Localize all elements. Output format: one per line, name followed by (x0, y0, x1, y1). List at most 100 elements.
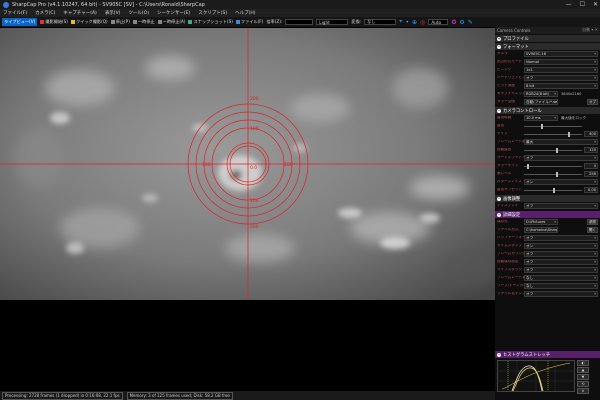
slider-knob[interactable] (526, 163, 529, 169)
camera-slider[interactable] (524, 131, 582, 137)
camera-slider[interactable] (524, 187, 582, 193)
snapshot-button[interactable]: スナップショット(S) (188, 19, 233, 25)
chevron-down-icon: ▾ (594, 244, 596, 248)
menu-tools[interactable]: ツール(O) (128, 10, 149, 16)
camera-value[interactable]: オフ ▾ (524, 155, 598, 161)
slider-knob[interactable] (555, 147, 558, 153)
menu-camera[interactable]: カメラ(C) (35, 10, 55, 16)
menu-view[interactable]: 表示(V) (105, 10, 121, 16)
camera-value[interactable]: 120 (584, 147, 598, 153)
section-advanced[interactable]: − 詳細設定 (495, 211, 600, 218)
highlight-icon[interactable]: ✪ (451, 19, 456, 26)
stop-button[interactable]: 停止(P) (110, 19, 130, 25)
capture-button[interactable]: 撮影開始(S) (40, 19, 68, 25)
format-value[interactable]: SV905C-16 ▾ (524, 51, 598, 57)
menu-file[interactable]: ファイル(F) (3, 10, 27, 16)
advanced-value[interactable]: オフ ▾ (524, 235, 598, 241)
camera-value[interactable]: 0.00 (584, 187, 598, 193)
menu-sequencer[interactable]: シーケンサー(E) (157, 10, 190, 16)
pin-icon[interactable]: ✎ (468, 19, 473, 26)
channel-select[interactable]: なし (364, 19, 397, 25)
format-value[interactable]: オフ ▾ (524, 75, 598, 81)
menu-capture[interactable]: キャプチャー(A) (63, 10, 97, 16)
histogram-down-button[interactable]: ▼ (577, 374, 589, 380)
camera-slider[interactable] (524, 171, 582, 177)
histogram-display[interactable] (497, 360, 575, 392)
format-value[interactable]: Normal ▾ (524, 59, 598, 65)
histogram-auto-button[interactable]: ◐ (577, 360, 589, 366)
format-value[interactable]: 8 bit ▾ (524, 83, 598, 89)
section-histogram[interactable]: − ヒストグラムストレッチ (495, 351, 600, 358)
maximize-button[interactable]: ☐ (580, 1, 585, 8)
chevron-down-icon: ▾ (594, 276, 596, 280)
advanced-value[interactable]: オフ ▾ (524, 267, 598, 273)
format-value[interactable]: 自動(ファイル:*.ser) ▾ (524, 99, 558, 105)
camera-label: 黒レベル (497, 172, 512, 176)
advanced-label: 保存先 (497, 220, 508, 224)
section-profile[interactable]: + プロファイル (495, 35, 600, 42)
section-format[interactable]: − フォーマット (495, 43, 600, 50)
image-viewer[interactable]: 200 100 100 100 0.0 100 200 (0, 28, 495, 300)
live-view-button[interactable]: ライブビュー(V) (2, 18, 38, 26)
camera-value[interactable]: 10.0 ms ▾ (524, 115, 558, 121)
camera-value[interactable]: オン ▾ (524, 179, 598, 185)
advanced-value[interactable]: C:\homeine\SharpCap\▾ (524, 227, 558, 233)
advanced-value[interactable]: オフ ▾ (524, 291, 598, 297)
advanced-value[interactable]: オフ ▾ (524, 259, 598, 265)
section-camera-control[interactable]: − カメラコントロール (495, 107, 600, 114)
mode-select[interactable]: Light (316, 19, 349, 25)
fx-button[interactable]: ファイル(F) (235, 19, 263, 25)
camera-value[interactable]: 400 (584, 131, 598, 137)
slider-knob[interactable] (541, 123, 544, 129)
lunar-surface-image: 200 100 100 100 0.0 100 200 (0, 28, 495, 300)
camera-value[interactable]: 最大 ▾ (524, 139, 598, 145)
advanced-value[interactable]: D:\Pictures ▾ (524, 219, 558, 225)
advanced-rows: 保存先 D:\Pictures ▾ 参照ファイル形式 C:\homeine\SharpC… (495, 218, 600, 298)
pause-button[interactable]: 一時停止 (132, 19, 155, 25)
camera-slider[interactable] (524, 147, 582, 153)
histogram-up-button[interactable]: ▲ (577, 367, 589, 373)
dot-icon[interactable]: • (405, 19, 409, 26)
format-value[interactable]: 1x1 ▾ (524, 67, 598, 73)
zoom-select[interactable] (285, 19, 314, 25)
advanced-button[interactable]: 開く (586, 227, 598, 233)
panel-title-controls[interactable]: 自動 ▾ ✕ (582, 27, 598, 33)
settings-icon[interactable]: ⚙ (459, 19, 464, 26)
camera-row: オートホワイトバランスオフ ▾ (495, 154, 600, 162)
camera-value[interactable]: 0 (584, 163, 598, 169)
minimize-button[interactable]: — (566, 1, 572, 8)
advanced-value[interactable]: オフ ▾ (524, 251, 598, 257)
histogram-close-button[interactable]: ✕ (577, 388, 589, 394)
histogram-reset-button[interactable]: ⟲ (577, 381, 589, 387)
zoom-in-icon[interactable]: ⊕ (412, 19, 417, 26)
reticle-icon[interactable]: ⌖ (399, 18, 402, 26)
advanced-button[interactable]: 参照 (586, 219, 598, 225)
advanced-value[interactable]: なし ▾ (524, 283, 598, 289)
format-label: 出力形式モード (497, 60, 523, 64)
format-value[interactable]: RGB24(8 bit) ▾ (524, 91, 558, 97)
slider-knob[interactable] (555, 171, 558, 177)
target-icon[interactable]: ◎ (420, 19, 425, 26)
section-image-adjust[interactable]: − 画像調整 (495, 195, 600, 202)
slider-knob[interactable] (553, 187, 555, 193)
add-frame-button[interactable]: 一時停止(A) (157, 19, 185, 25)
advanced-value[interactable]: なし ▾ (524, 275, 598, 281)
image-value[interactable]: オフ ▾ (524, 203, 598, 209)
menu-scripting[interactable]: スクリプト(S) (198, 10, 227, 16)
slider-knob[interactable] (567, 131, 570, 137)
camera-row: フレームレート制限最大 ▾ (495, 138, 600, 146)
image-row: ディスプレイ オフ ▾ (495, 202, 600, 210)
panel-title-bar: Camera Controls 自動 ▾ ✕ (495, 27, 600, 34)
close-button[interactable]: ✕ (593, 1, 598, 8)
menu-help[interactable]: ヘルプ(H) (235, 10, 255, 16)
quick-capture-button[interactable]: クイック撮影(Q) (70, 19, 108, 25)
camera-slider[interactable] (524, 163, 582, 169)
auto-zoom-select[interactable]: Auto (428, 19, 449, 25)
advanced-value-text: なし (526, 283, 534, 288)
chevron-down-icon: ▾ (594, 268, 596, 272)
format-button[interactable]: オプ (586, 99, 598, 105)
camera-value[interactable]: 256 (584, 171, 598, 177)
advanced-value[interactable]: オン ▾ (524, 243, 598, 249)
chevron-down-icon: ▾ (594, 284, 596, 288)
camera-slider[interactable] (524, 123, 582, 129)
